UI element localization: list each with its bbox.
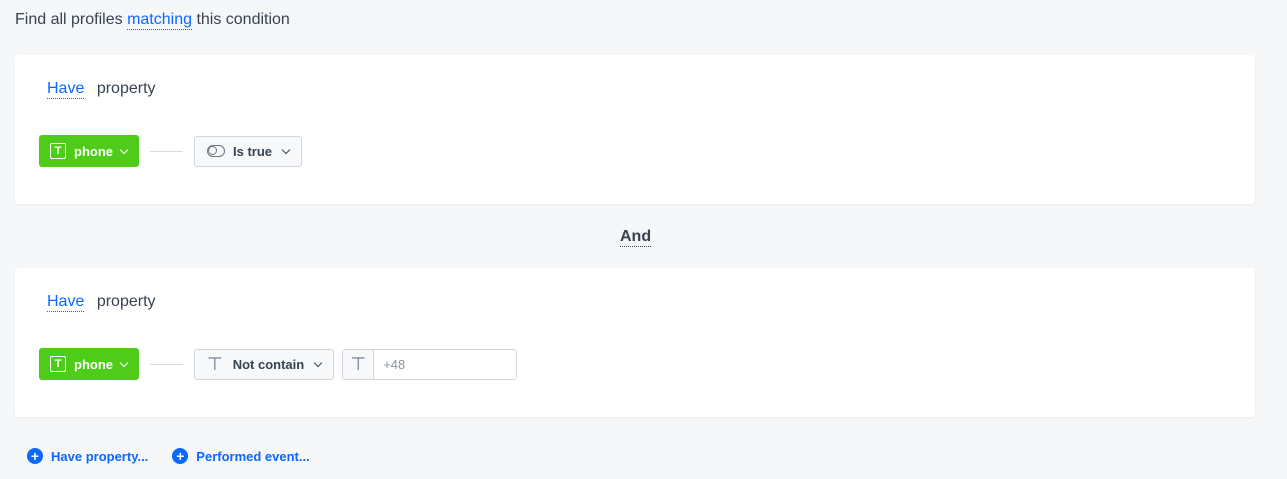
add-event-button[interactable]: + Performed event... bbox=[172, 448, 310, 464]
query-header: Find all profiles matching this conditio… bbox=[15, 11, 290, 30]
add-condition-links: + Have property... + Performed event... bbox=[27, 448, 334, 464]
plus-circle-icon: + bbox=[172, 448, 189, 464]
chevron-down-icon bbox=[119, 145, 129, 154]
condition-mode-dropdown[interactable]: Have bbox=[47, 293, 85, 312]
condition-kind-label: property bbox=[96, 80, 156, 97]
match-mode-dropdown[interactable]: matching bbox=[127, 11, 192, 30]
value-input[interactable] bbox=[374, 349, 517, 379]
add-event-label: Performed event... bbox=[196, 448, 310, 464]
joiner-label[interactable]: And bbox=[620, 228, 652, 247]
property-select-button[interactable]: T phone bbox=[39, 135, 139, 167]
operator-select-button[interactable]: Is true bbox=[194, 135, 303, 167]
connector-line bbox=[150, 150, 183, 152]
chevron-down-icon bbox=[313, 358, 323, 367]
condition-card-2: Have property T phone ⊤ Not contain ⊤ bbox=[15, 268, 1255, 417]
condition-title: Have property bbox=[47, 80, 156, 99]
connector-line bbox=[150, 363, 183, 365]
condition-row: T phone Is true bbox=[39, 135, 303, 167]
text-type-icon: T bbox=[50, 143, 66, 159]
condition-row: T phone ⊤ Not contain ⊤ bbox=[39, 348, 518, 380]
header-suffix: this condition bbox=[196, 11, 290, 28]
header-prefix: Find all profiles bbox=[15, 11, 123, 28]
operator-label: Is true bbox=[233, 143, 273, 159]
add-property-label: Have property... bbox=[51, 448, 149, 464]
plus-circle-icon: + bbox=[27, 448, 43, 464]
value-input-group: ⊤ bbox=[342, 348, 518, 380]
text-type-icon[interactable]: ⊤ bbox=[343, 349, 375, 379]
condition-title: Have property bbox=[47, 293, 156, 312]
property-name: phone bbox=[74, 356, 113, 372]
operator-select-button[interactable]: ⊤ Not contain bbox=[194, 348, 335, 380]
add-property-button[interactable]: + Have property... bbox=[27, 448, 148, 464]
condition-kind-label: property bbox=[96, 293, 156, 310]
chevron-down-icon bbox=[281, 145, 291, 154]
boolean-toggle-icon bbox=[207, 145, 225, 157]
text-type-icon: T bbox=[50, 356, 66, 372]
property-select-button[interactable]: T phone bbox=[39, 348, 139, 380]
chevron-down-icon bbox=[119, 358, 129, 367]
property-name: phone bbox=[74, 143, 113, 159]
joiner-dropdown[interactable]: And bbox=[620, 228, 652, 247]
operator-label: Not contain bbox=[232, 356, 305, 372]
condition-mode-dropdown[interactable]: Have bbox=[47, 80, 85, 99]
text-type-icon: ⊤ bbox=[207, 354, 223, 374]
condition-card-1: Have property T phone Is true bbox=[15, 55, 1255, 204]
